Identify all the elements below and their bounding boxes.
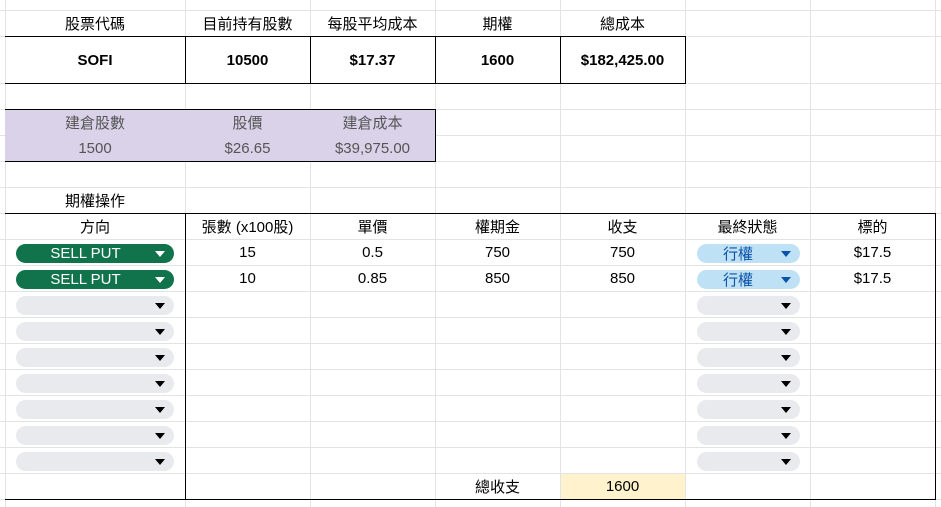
status-dropdown[interactable]: 行權 [697, 244, 800, 263]
header-ticker: 股票代碼 [64, 15, 125, 33]
gridline [0, 421, 941, 422]
header-options: 期權 [482, 15, 513, 33]
options-border [935, 213, 936, 500]
direction-dropdown[interactable]: SELL PUT [16, 244, 174, 263]
gridline [0, 369, 941, 370]
total-cashflow-label: 總收支 [474, 479, 520, 496]
contracts-cell[interactable]: 10 [185, 266, 310, 291]
premium-cell[interactable]: 750 [435, 240, 560, 265]
empty-status-dropdown[interactable] [697, 452, 800, 471]
triangle-down-icon [155, 276, 165, 283]
header-final-status: 最終狀態 [717, 219, 778, 236]
header-premium: 權期金 [474, 219, 520, 236]
status-dropdown[interactable]: 行權 [697, 270, 800, 289]
triangle-down-icon [781, 458, 791, 465]
header-cashflow: 收支 [607, 219, 638, 236]
contracts-cell[interactable]: 15 [185, 240, 310, 265]
summary-border [5, 83, 686, 84]
empty-status-dropdown[interactable] [697, 296, 800, 315]
empty-direction-dropdown[interactable] [16, 426, 174, 445]
options-section-title: 期權操作 [64, 193, 125, 210]
position-border [435, 109, 436, 162]
premium-cell[interactable]: 850 [435, 266, 560, 291]
stock-price-value[interactable]: $26.65 [185, 136, 310, 161]
position-cost-value[interactable]: $39,975.00 [310, 136, 435, 161]
options-border [5, 499, 936, 500]
header-stock-price: 股價 [232, 115, 263, 132]
gridline [0, 291, 941, 292]
header-shares-held: 目前持有股數 [202, 15, 293, 33]
triangle-down-icon [155, 380, 165, 387]
cashflow-cell[interactable]: 750 [560, 240, 685, 265]
header-position-cost: 建倉成本 [342, 115, 403, 132]
triangle-down-icon [155, 250, 165, 257]
position-shares-value[interactable]: 1500 [5, 136, 185, 161]
position-border [5, 161, 436, 162]
empty-direction-dropdown[interactable] [16, 296, 174, 315]
gridline [0, 343, 941, 344]
direction-label: SELL PUT [50, 245, 121, 262]
header-avg-cost: 每股平均成本 [327, 15, 418, 33]
triangle-down-icon [155, 432, 165, 439]
spreadsheet-grid[interactable]: 股票代碼 目前持有股數 每股平均成本 期權 總成本 SOFI 10500 $17… [0, 0, 941, 507]
empty-status-dropdown[interactable] [697, 426, 800, 445]
triangle-down-icon [155, 458, 165, 465]
unit-price-cell[interactable]: 0.5 [310, 240, 435, 265]
triangle-down-icon [155, 328, 165, 335]
direction-dropdown[interactable]: SELL PUT [16, 270, 174, 289]
gridline [0, 395, 941, 396]
shares-held-value[interactable]: 10500 [185, 37, 310, 83]
empty-direction-dropdown[interactable] [16, 348, 174, 367]
empty-direction-dropdown[interactable] [16, 322, 174, 341]
ticker-value[interactable]: SOFI [5, 37, 185, 83]
triangle-down-icon [781, 432, 791, 439]
header-position-shares: 建倉股數 [64, 115, 125, 132]
triangle-down-icon [781, 354, 791, 361]
options-value[interactable]: 1600 [435, 37, 560, 83]
direction-label: SELL PUT [50, 271, 121, 288]
triangle-down-icon [781, 276, 791, 283]
triangle-down-icon [781, 328, 791, 335]
triangle-down-icon [781, 250, 791, 257]
header-contracts: 張數 (x100股) [201, 219, 294, 236]
empty-direction-dropdown[interactable] [16, 400, 174, 419]
header-underlying: 標的 [857, 219, 888, 236]
triangle-down-icon [781, 302, 791, 309]
total-cost-value[interactable]: $182,425.00 [560, 37, 685, 83]
status-label: 行權 [723, 246, 754, 263]
unit-price-cell[interactable]: 0.85 [310, 266, 435, 291]
status-label: 行權 [723, 272, 754, 289]
empty-status-dropdown[interactable] [697, 322, 800, 341]
underlying-cell[interactable]: $17.5 [810, 266, 935, 291]
triangle-down-icon [781, 406, 791, 413]
cashflow-cell[interactable]: 850 [560, 266, 685, 291]
total-cashflow-value[interactable]: 1600 [560, 474, 685, 499]
underlying-cell[interactable]: $17.5 [810, 240, 935, 265]
summary-border [685, 36, 686, 84]
header-unit-price: 單價 [357, 219, 388, 236]
empty-direction-dropdown[interactable] [16, 452, 174, 471]
empty-status-dropdown[interactable] [697, 400, 800, 419]
empty-status-dropdown[interactable] [697, 348, 800, 367]
header-direction: 方向 [79, 219, 110, 236]
triangle-down-icon [155, 354, 165, 361]
empty-direction-dropdown[interactable] [16, 374, 174, 393]
triangle-down-icon [155, 302, 165, 309]
triangle-down-icon [155, 406, 165, 413]
triangle-down-icon [781, 380, 791, 387]
gridline [0, 447, 941, 448]
empty-status-dropdown[interactable] [697, 374, 800, 393]
gridline [0, 317, 941, 318]
header-total-cost: 總成本 [599, 15, 645, 33]
avg-cost-value[interactable]: $17.37 [310, 37, 435, 83]
